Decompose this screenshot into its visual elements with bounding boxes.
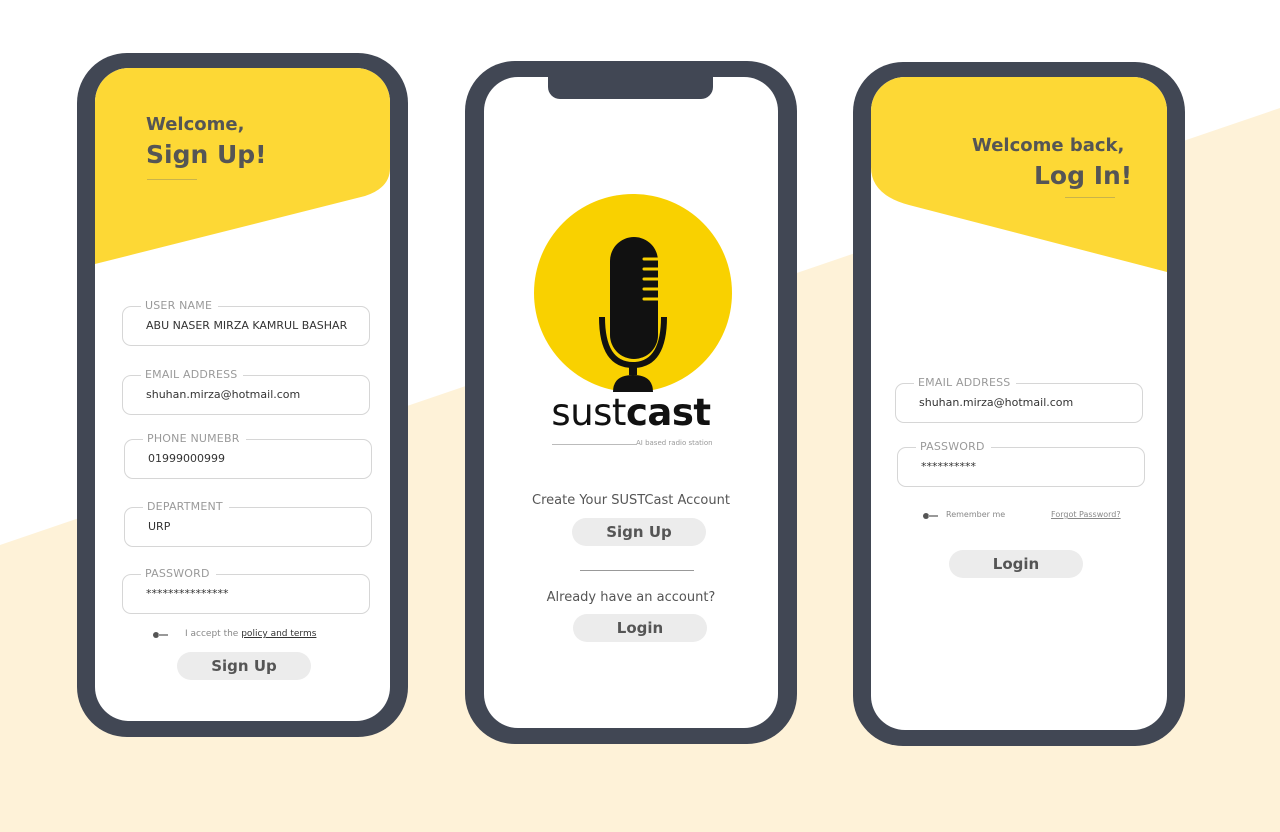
login-submit-button[interactable]: Login — [949, 550, 1083, 578]
policy-terms-link[interactable]: policy and terms — [241, 629, 316, 639]
already-account-prompt: Already have an account? — [546, 590, 716, 605]
login-phone: Welcome back, Log In! EMAIL ADDRESS shuh… — [853, 62, 1185, 746]
signup-title: Sign Up! — [146, 140, 267, 169]
brand-tagline: AI based radio station — [636, 439, 713, 447]
remember-me-label: Remember me — [946, 510, 1006, 519]
signup-email-value: shuhan.mirza@hotmail.com — [146, 388, 301, 401]
signup-password-label: PASSWORD — [141, 567, 216, 580]
accept-terms-toggle[interactable] — [153, 632, 169, 638]
notch — [548, 77, 713, 99]
remember-me-toggle[interactable] — [923, 513, 939, 519]
department-value: URP — [148, 520, 171, 533]
accept-terms-text: I accept the policy and terms — [185, 629, 316, 639]
signup-password-value: *************** — [146, 587, 229, 600]
accept-text: I accept the — [185, 629, 239, 639]
landing-divider — [580, 570, 694, 571]
username-value: ABU NASER MIRZA KAMRUL BASHAR — [146, 319, 348, 332]
login-screen: Welcome back, Log In! EMAIL ADDRESS shuh… — [871, 77, 1167, 730]
signup-email-field[interactable]: EMAIL ADDRESS shuhan.mirza@hotmail.com — [122, 368, 370, 415]
username-label: USER NAME — [141, 299, 219, 312]
department-label: DEPARTMENT — [143, 500, 229, 513]
brand-part-cast: cast — [625, 391, 711, 434]
login-title-underline — [1065, 197, 1115, 198]
signup-password-field[interactable]: PASSWORD *************** — [122, 567, 370, 614]
login-greeting: Welcome back, — [972, 135, 1125, 156]
phone-number-field[interactable]: PHONE NUMEBR 01999000999 — [124, 432, 372, 479]
tagline-rule — [552, 444, 636, 445]
login-email-field[interactable]: EMAIL ADDRESS shuhan.mirza@hotmail.com — [895, 376, 1143, 423]
login-password-label: PASSWORD — [916, 440, 991, 453]
signup-phone: Welcome, Sign Up! USER NAME ABU NASER MI… — [77, 53, 408, 737]
signup-submit-button[interactable]: Sign Up — [177, 652, 311, 680]
create-account-prompt: Create Your SUSTCast Account — [532, 493, 730, 508]
login-title: Log In! — [1034, 161, 1133, 190]
login-email-label: EMAIL ADDRESS — [914, 376, 1017, 389]
phone-number-value: 01999000999 — [148, 452, 225, 465]
username-field[interactable]: USER NAME ABU NASER MIRZA KAMRUL BASHAR — [122, 299, 370, 346]
signup-email-label: EMAIL ADDRESS — [141, 368, 244, 381]
signup-title-underline — [147, 179, 197, 180]
landing-screen: sustcast AI based radio station Create Y… — [484, 77, 778, 728]
phone-number-label: PHONE NUMEBR — [143, 432, 246, 445]
brand-part-sust: sust — [551, 391, 626, 434]
brand-wordmark: sustcast — [484, 391, 778, 434]
landing-phone: sustcast AI based radio station Create Y… — [465, 61, 797, 744]
login-email-value: shuhan.mirza@hotmail.com — [919, 396, 1074, 409]
signup-screen: Welcome, Sign Up! USER NAME ABU NASER MI… — [95, 68, 390, 721]
login-password-field[interactable]: PASSWORD ********** — [897, 440, 1145, 487]
landing-signup-button[interactable]: Sign Up — [572, 518, 706, 546]
forgot-password-link[interactable]: Forgot Password? — [1051, 510, 1121, 519]
department-field[interactable]: DEPARTMENT URP — [124, 500, 372, 547]
landing-login-button[interactable]: Login — [573, 614, 707, 642]
login-password-value: ********** — [921, 460, 976, 473]
signup-greeting: Welcome, — [146, 114, 245, 135]
